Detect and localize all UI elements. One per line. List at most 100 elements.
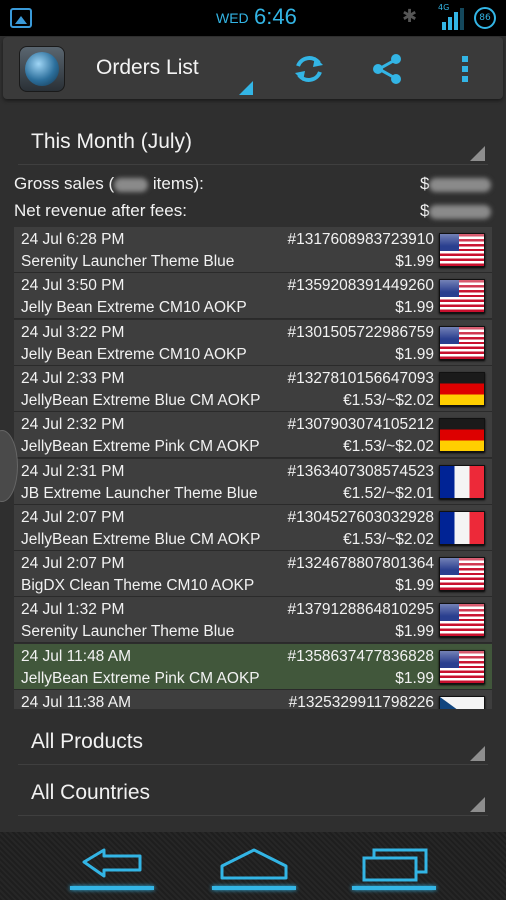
orders-list[interactable]: 24 Jul 6:28 PM #1317608983723910 Serenity … [14,227,492,709]
period-dropdown[interactable]: This Month (July) [18,118,488,165]
countries-dropdown-label: All Countries [31,781,151,804]
country-flag-de-icon [439,418,485,453]
order-product-name: Serenity Launcher Theme Blue [21,623,235,641]
order-id: #1327810156647093 [287,369,434,387]
products-dropdown[interactable]: All Products [18,718,488,765]
order-price: $1.99 [395,253,434,270]
status-time: 6:46 [254,4,297,29]
order-product-name: Jelly Bean Extreme CM10 AOKP [21,345,247,363]
order-row[interactable]: 24 Jul 11:48 AM #1358637477836828 JellyBea… [14,643,492,690]
order-price: $1.99 [395,577,434,595]
order-date: 24 Jul 2:07 PM [21,555,125,573]
battery-icon: 86 [474,7,496,29]
order-price: €1.53/~$2.02 [343,530,434,548]
order-row[interactable]: 24 Jul 6:28 PM #1317608983723910 Serenity … [14,227,492,273]
countries-dropdown[interactable]: All Countries [18,769,488,816]
order-product-name: JellyBean Extreme Pink CM AOKP [21,438,260,456]
gallery-notification-icon [10,8,32,28]
share-button[interactable] [367,49,407,89]
page-title[interactable]: Orders List [96,56,199,80]
app-logo-icon[interactable] [19,46,65,92]
country-flag-fr-icon [439,510,485,545]
navigation-bar [0,832,506,900]
country-flag-fr-icon [439,464,485,499]
order-date: 24 Jul 1:32 PM [21,601,125,619]
country-flag-us-icon [439,325,485,360]
country-flag-us-icon [439,279,485,314]
country-flag-cz-icon [439,696,485,709]
back-icon [82,848,142,878]
order-price: €1.53/~$2.02 [343,391,434,409]
order-price: €1.52/~$2.01 [343,484,434,502]
order-price: €1.53/~$2.02 [343,438,434,456]
order-product-name: BigDX Clean Theme CM10 AOKP [21,577,255,595]
country-flag-us-icon [439,603,485,638]
order-row[interactable]: 24 Jul 2:07 PM #1324678807801364 BigDX Cle… [14,551,492,598]
title-spinner-indicator-icon [239,81,253,95]
order-row[interactable]: 24 Jul 1:32 PM #1379128864810295 Serenity … [14,597,492,644]
order-date: 24 Jul 2:31 PM [21,462,125,480]
dropdown-corner-icon [470,746,485,761]
order-id: #1304527603032928 [287,508,434,526]
order-product-name: Serenity Launcher Theme Blue [21,253,235,270]
order-date: 24 Jul 6:28 PM [21,231,125,248]
bluetooth-icon: ✱ [402,6,418,27]
order-product-name: JellyBean Extreme Blue CM AOKP [21,530,261,548]
home-button[interactable] [212,842,296,892]
net-revenue-value: $ [420,201,492,221]
order-date: 24 Jul 2:07 PM [21,508,125,526]
net-revenue-label: Net revenue after fees: [14,201,187,220]
redacted-count [114,177,149,192]
order-id: #1363407308574523 [287,462,434,480]
recent-apps-icon [362,848,428,882]
recent-apps-button[interactable] [352,842,436,892]
overflow-menu-button[interactable] [445,49,485,89]
order-date: 24 Jul 3:22 PM [21,323,125,341]
action-bar: Orders List [3,37,503,99]
status-bar: WED 6:46 ✱ 4G 86 [0,0,506,36]
order-id: #1359208391449260 [287,277,434,295]
refresh-icon [295,56,323,82]
products-dropdown-label: All Products [31,730,144,753]
country-flag-us-icon [439,557,485,592]
dropdown-corner-icon [470,146,485,161]
redacted-value [429,204,492,219]
order-price: $1.99 [395,669,434,687]
period-dropdown-label: This Month (July) [31,130,193,153]
order-row[interactable]: 24 Jul 2:32 PM #1307903074105212 JellyBean… [14,412,492,459]
status-day: WED [216,10,249,26]
order-row[interactable]: 24 Jul 2:07 PM #1304527603032928 JellyBean… [14,504,492,551]
order-id: #1307903074105212 [287,416,434,434]
back-button[interactable] [70,842,154,892]
order-row[interactable]: 24 Jul 2:33 PM #1327810156647093 JellyBean… [14,365,492,412]
country-flag-us-icon [439,649,485,684]
gross-sales-value: $ [420,174,492,194]
country-flag-us-icon [439,233,485,267]
order-id: #1379128864810295 [287,601,434,619]
signal-icon [438,6,464,30]
refresh-button[interactable] [289,49,329,89]
order-date: 24 Jul 2:33 PM [21,369,125,387]
order-date: 24 Jul 3:50 PM [21,277,125,295]
overflow-menu-icon [462,56,468,82]
order-row[interactable]: 24 Jul 3:22 PM #1301505722986759 Jelly Bea… [14,319,492,366]
order-product-name: JellyBean Extreme Blue CM AOKP [21,391,261,409]
order-row[interactable]: 24 Jul 11:38 AM #1325329911798226 [14,690,492,709]
country-flag-de-icon [439,371,485,406]
order-product-name: JB Extreme Launcher Theme Blue [21,484,258,502]
order-product-name: Jelly Bean Extreme CM10 AOKP [21,299,247,317]
order-id: #1301505722986759 [287,323,434,341]
order-row[interactable]: 24 Jul 2:31 PM #1363407308574523 JB Extrem… [14,458,492,505]
order-price: $1.99 [395,345,434,363]
redacted-value [429,177,492,192]
order-date: 24 Jul 11:48 AM [21,647,132,665]
order-id: #1324678807801364 [287,555,434,573]
dropdown-corner-icon [470,797,485,812]
order-date: 24 Jul 2:32 PM [21,416,125,434]
order-product-name: JellyBean Extreme Pink CM AOKP [21,669,260,687]
order-price: $1.99 [395,299,434,317]
order-row[interactable]: 24 Jul 3:50 PM #1359208391449260 Jelly Bea… [14,273,492,320]
order-id: #1317608983723910 [287,231,434,248]
order-id: #1358637477836828 [287,647,434,665]
order-id: #1325329911798226 [288,694,434,709]
